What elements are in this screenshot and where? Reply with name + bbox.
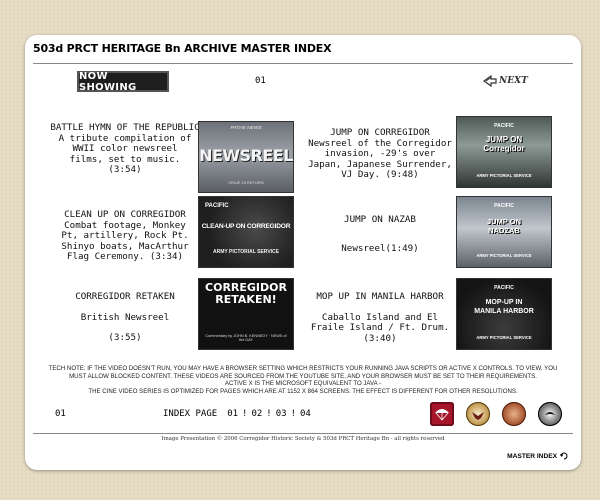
video-duration: (3:54)	[108, 164, 142, 176]
thumb-bottom-text: ARMY PICTORIAL SERVICE	[212, 249, 280, 255]
index-page-link-04[interactable]: 04	[300, 409, 311, 419]
video-description: CORREGIDOR RETAKEN British Newsreel (3:5…	[45, 291, 205, 344]
medal-badge-icon[interactable]	[502, 402, 526, 426]
thumb-top-text: PACIFIC	[494, 123, 514, 129]
thumb-main-text: JUMP ON Corregidor	[483, 135, 525, 153]
index-label: INDEX PAGE	[163, 409, 218, 419]
thumb-main-text: JUMP ON NADZAB	[486, 217, 522, 235]
video-duration: (3:40)	[363, 332, 397, 344]
return-arrow-icon	[560, 452, 568, 460]
video-description: BATTLE HYMN OF THE REPUBLIC A tribute co…	[45, 122, 205, 176]
main-panel: 503d PRCT HERITAGE Bn ARCHIVE MASTER IND…	[25, 35, 581, 470]
unit-badge-icon[interactable]	[430, 402, 454, 426]
copyright-text: Image Presentation © 2006 Corregidor His…	[161, 436, 445, 442]
page-title: 503d PRCT HERITAGE Bn ARCHIVE MASTER IND…	[33, 42, 332, 55]
video-description: JUMP ON CORREGIDOR Newsreel of the Corre…	[307, 127, 453, 181]
thumb-main-text: CLEAN-UP ON CORREGIDOR	[201, 223, 291, 230]
thumb-main-text: MOP-UP IN MANILA HARBOR	[474, 299, 534, 315]
video-title[interactable]: JUMP ON CORREGIDOR	[307, 127, 453, 139]
parachute-icon	[435, 409, 449, 421]
page-number: 01	[255, 76, 266, 86]
thumb-main-text: CORREGIDOR RETAKEN!	[205, 281, 287, 306]
separator: !	[242, 409, 248, 419]
video-duration: Flag Ceremony. (3:34)	[66, 251, 184, 263]
thumb-top-text: PATHE NEWS	[230, 126, 262, 131]
index-page-link-01[interactable]: 01	[227, 409, 238, 419]
video-title[interactable]: BATTLE HYMN OF THE REPUBLIC	[45, 122, 205, 134]
thumb-bottom-text: ARMY PICTORIAL SERVICE	[476, 253, 532, 258]
video-description: CLEAN UP ON CORREGIDOR Combat footage, M…	[45, 209, 205, 263]
bottom-divider	[33, 433, 573, 434]
top-divider	[33, 63, 573, 64]
wing-icon	[545, 412, 555, 415]
emblem-badge-icon[interactable]	[538, 402, 562, 426]
separator: !	[266, 409, 272, 419]
video-thumbnail[interactable]: PACIFIC JUMP ON Corregidor ARMY PICTORIA…	[457, 117, 551, 187]
thumb-bottom-text: ARMY PICTORIAL SERVICE	[476, 335, 532, 340]
video-thumbnail[interactable]: CORREGIDOR RETAKEN! Commentary by JOHN B…	[199, 279, 293, 349]
video-title[interactable]: CLEAN UP ON CORREGIDOR	[45, 209, 205, 221]
thumb-bottom-text: Commentary by JOHN B. KENNEDY · NEWS of …	[205, 334, 287, 342]
video-description: JUMP ON NAZAB Newsreel(1:49)	[307, 214, 453, 254]
video-thumbnail[interactable]: PACIFIC JUMP ON NADZAB ARMY PICTORIAL SE…	[457, 197, 551, 267]
video-title[interactable]: CORREGIDOR RETAKEN	[45, 291, 205, 303]
tech-note-line: THE CINE VIDEO SERIES IS OPTIMIZED FOR P…	[88, 387, 518, 395]
video-title[interactable]: MOP UP IN MANILA HARBOR	[307, 291, 453, 303]
video-title[interactable]: JUMP ON NAZAB	[307, 214, 453, 226]
thumb-top-text: PACIFIC	[205, 203, 229, 209]
master-index-button[interactable]: MASTER INDEX	[507, 452, 569, 460]
index-pagination: INDEX PAGE 01 ! 02 ! 03 ! 04	[163, 409, 311, 419]
tech-note-line: MUST ALLOW BLOCKED CONTENT. THESE VIDEOS…	[69, 372, 537, 380]
thumb-top-text: PACIFIC	[494, 203, 514, 209]
seal-badge-icon[interactable]	[466, 402, 490, 426]
video-description: MOP UP IN MANILA HARBOR Caballo Island a…	[307, 291, 453, 344]
thumb-bottom-text: ARMY PICTORIAL SERVICE	[476, 173, 532, 178]
video-thumbnail[interactable]: PACIFIC MOP-UP IN MANILA HARBOR ARMY PIC…	[457, 279, 551, 349]
video-duration: VJ Day. (9:48)	[341, 169, 419, 181]
video-line: Newsreel(1:49)	[341, 242, 419, 254]
eagle-icon	[472, 412, 484, 420]
video-line: British Newsreel	[80, 311, 170, 323]
tech-note-line: TECH NOTE: IF THE VIDEO DOESN'T RUN, YOU…	[48, 365, 558, 372]
thumb-bottom-text: ISSUE 23 RETURN	[228, 180, 264, 185]
next-label: NEXT	[499, 76, 528, 86]
tech-note: TECH NOTE: IF THE VIDEO DOESN'T RUN, YOU…	[35, 365, 571, 395]
video-thumbnail[interactable]: PACIFIC CLEAN-UP ON CORREGIDOR ARMY PICT…	[199, 197, 293, 267]
index-page-link-02[interactable]: 02	[251, 409, 262, 419]
next-arrow-icon	[483, 75, 497, 87]
next-button[interactable]: NEXT	[483, 75, 528, 87]
thumb-main-text: NEWSREEL	[199, 146, 293, 165]
index-page-link-03[interactable]: 03	[276, 409, 287, 419]
badge-row	[430, 402, 562, 426]
master-index-label: MASTER INDEX	[507, 452, 557, 460]
page-number-bottom: 01	[55, 409, 66, 419]
video-thumbnail[interactable]: PATHE NEWS NEWSREEL ISSUE 23 RETURN	[199, 122, 293, 192]
separator: !	[290, 409, 296, 419]
tech-note-line: ACTIVE X IS THE MICROSOFT EQUIVALENT TO …	[224, 380, 382, 388]
thumb-top-text: PACIFIC	[494, 285, 514, 291]
video-duration: (3:55)	[108, 332, 142, 344]
now-showing-banner: NOW SHOWING	[77, 71, 169, 93]
